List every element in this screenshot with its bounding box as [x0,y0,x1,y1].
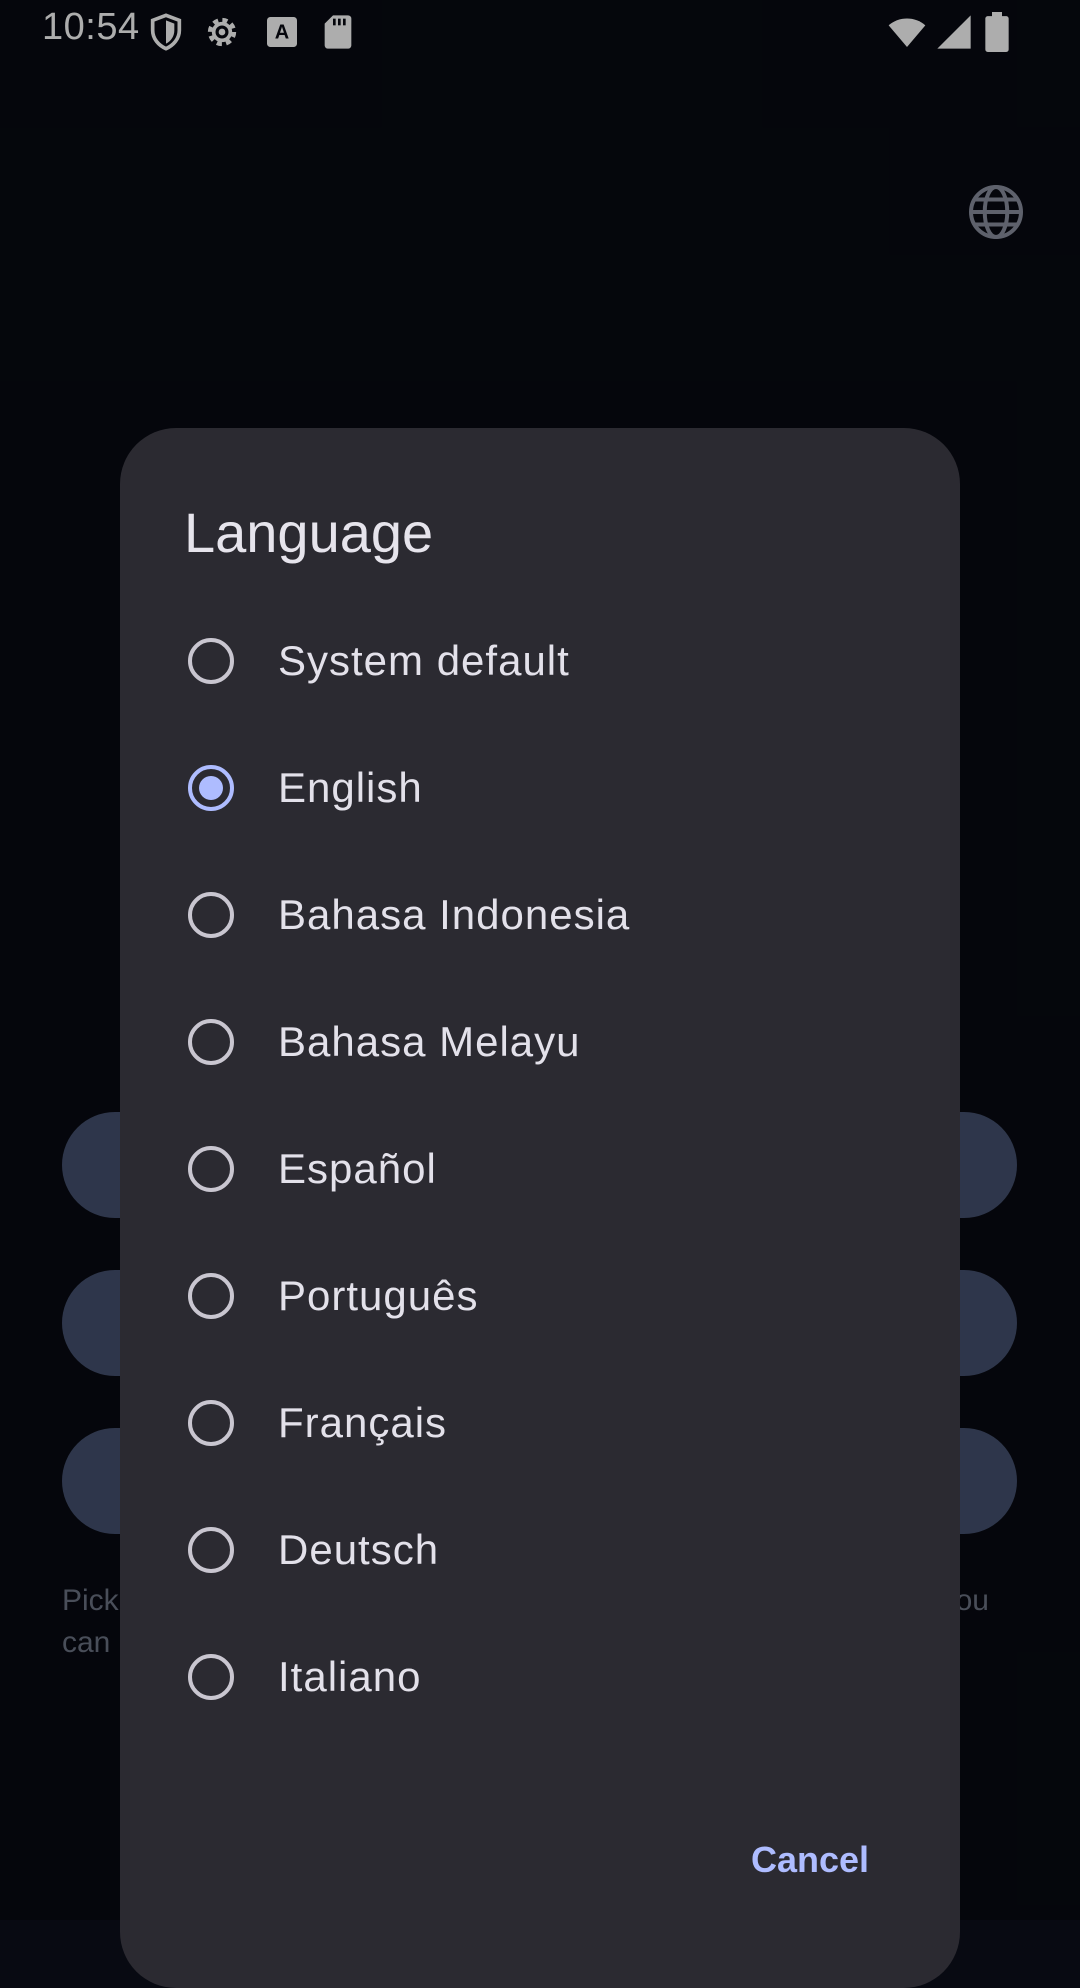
language-option-system-default[interactable]: System default [120,602,960,729]
dialog-title: Language [184,501,434,564]
radio-button[interactable] [188,1019,234,1065]
option-label: System default [278,637,570,684]
option-label: Bahasa Indonesia [278,891,631,938]
language-option-espanol[interactable]: Español [120,1110,960,1237]
option-label: Bahasa Melayu [278,1018,581,1065]
radio-button-selected[interactable] [188,765,234,811]
language-options-list[interactable]: System default English Bahasa Indonesia … [120,602,960,1720]
language-option-bahasa-indonesia[interactable]: Bahasa Indonesia [120,856,960,983]
option-label: Español [278,1145,437,1192]
radio-button[interactable] [188,1146,234,1192]
radio-button[interactable] [188,1654,234,1700]
language-option-english[interactable]: English [120,729,960,856]
radio-button[interactable] [188,1527,234,1573]
language-option-deutsch[interactable]: Deutsch [120,1491,960,1618]
radio-button[interactable] [188,1400,234,1446]
option-label: Français [278,1399,448,1446]
option-label: Italiano [278,1653,422,1700]
radio-button[interactable] [188,892,234,938]
option-label: English [278,764,423,811]
language-option-francais[interactable]: Français [120,1364,960,1491]
radio-button[interactable] [188,638,234,684]
radio-button[interactable] [188,1273,234,1319]
cancel-button[interactable]: Cancel [720,1820,900,1900]
option-label: Português [278,1272,479,1319]
language-dialog: Language System default English Bahasa I… [120,428,960,1988]
language-option-bahasa-melayu[interactable]: Bahasa Melayu [120,983,960,1110]
language-option-italiano[interactable]: Italiano [120,1618,960,1720]
option-label: Deutsch [278,1526,440,1573]
language-option-portugues[interactable]: Português [120,1237,960,1364]
